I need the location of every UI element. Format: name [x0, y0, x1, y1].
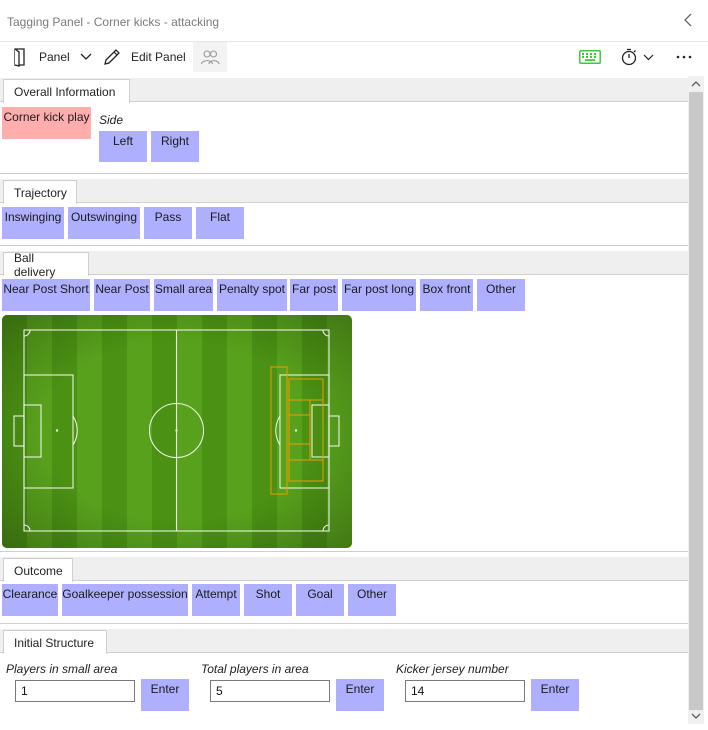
panel-content: Overall Information Corner kick play Sid… — [0, 76, 688, 724]
more-icon — [676, 55, 692, 59]
outcome-clearance-button[interactable]: Clearance — [2, 584, 58, 616]
outcome-shot-button[interactable]: Shot — [244, 584, 292, 616]
tab-outcome[interactable]: Outcome — [3, 558, 73, 582]
keyboard-button[interactable] — [579, 42, 601, 72]
keyboard-icon — [579, 50, 601, 64]
tab-overall-information[interactable]: Overall Information — [3, 79, 130, 103]
kicker-jersey-number-enter-button[interactable]: Enter — [531, 679, 579, 711]
scroll-down-icon[interactable] — [691, 711, 701, 721]
tab-trajectory[interactable]: Trajectory — [3, 180, 77, 204]
kicker-jersey-number-label: Kicker jersey number — [396, 662, 509, 676]
tab-ball-delivery[interactable]: Ball delivery — [3, 251, 89, 279]
edit-panel-button[interactable]: Edit Panel — [102, 42, 186, 72]
toolbar: Panel Edit Panel — [0, 42, 708, 74]
trajectory-outswinging-button[interactable]: Outswinging — [68, 207, 140, 239]
panel-icon — [14, 48, 25, 67]
title-bar: Tagging Panel - Corner kicks - attacking — [0, 0, 708, 42]
delivery-other-button[interactable]: Other — [477, 279, 525, 311]
panel-label: Panel — [39, 50, 70, 64]
side-right-button[interactable]: Right — [151, 131, 199, 162]
timer-button[interactable] — [620, 42, 654, 72]
outcome-header: Outcome — [0, 557, 688, 582]
edit-panel-label: Edit Panel — [131, 50, 186, 64]
chevron-left-icon[interactable] — [682, 13, 694, 27]
delivery-box-front-button[interactable]: Box front — [420, 279, 473, 311]
vertical-scrollbar[interactable] — [688, 76, 704, 724]
delivery-small-area-button[interactable]: Small area — [154, 279, 213, 311]
kicker-jersey-number-input[interactable] — [405, 680, 525, 702]
outcome-other-button[interactable]: Other — [348, 584, 396, 616]
delivery-penalty-spot-button[interactable]: Penalty spot — [217, 279, 287, 311]
center-spot — [175, 429, 178, 432]
trajectory-inswinging-button[interactable]: Inswinging — [2, 207, 64, 239]
panel-button[interactable]: Panel — [10, 42, 92, 72]
trajectory-header: Trajectory — [0, 179, 688, 204]
corner-kick-play-button[interactable]: Corner kick play — [2, 107, 91, 139]
chevron-down-icon[interactable] — [643, 54, 654, 61]
overall-information-header: Overall Information — [0, 78, 688, 103]
players-in-small-area-input[interactable] — [15, 680, 135, 702]
delivery-near-post-button[interactable]: Near Post — [94, 279, 150, 311]
divider — [0, 245, 688, 246]
total-players-in-area-input[interactable] — [210, 680, 330, 702]
window-title: Tagging Panel - Corner kicks - attacking — [7, 15, 220, 29]
chevron-down-icon[interactable] — [80, 53, 92, 61]
delivery-far-post-button[interactable]: Far post — [290, 279, 338, 311]
outcome-goal-button[interactable]: Goal — [296, 584, 344, 616]
side-label: Side — [99, 113, 124, 127]
outcome-goalkeeper-possession-button[interactable]: Goalkeeper possession — [62, 584, 188, 616]
left-penalty-spot — [55, 429, 59, 432]
players-in-small-area-enter-button[interactable]: Enter — [141, 679, 189, 711]
players-in-small-area-label: Players in small area — [6, 662, 118, 676]
more-button[interactable] — [676, 42, 692, 72]
people-button[interactable] — [193, 42, 227, 72]
trajectory-pass-button[interactable]: Pass — [144, 207, 192, 239]
outcome-attempt-button[interactable]: Attempt — [192, 584, 240, 616]
tab-initial-structure[interactable]: Initial Structure — [3, 630, 107, 654]
total-players-in-area-label: Total players in area — [201, 662, 309, 676]
total-players-in-area-enter-button[interactable]: Enter — [336, 679, 384, 711]
side-left-button[interactable]: Left — [99, 131, 147, 162]
scrollbar-thumb[interactable] — [689, 92, 703, 710]
divider — [0, 623, 688, 624]
divider — [0, 173, 688, 174]
pencil-icon — [104, 49, 120, 65]
delivery-far-post-long-button[interactable]: Far post long — [342, 279, 416, 311]
delivery-near-post-short-button[interactable]: Near Post Short — [2, 279, 90, 311]
ball-delivery-header: Ball delivery — [0, 251, 688, 279]
scroll-up-icon[interactable] — [691, 79, 701, 89]
right-penalty-spot — [294, 429, 298, 432]
trajectory-flat-button[interactable]: Flat — [196, 207, 244, 239]
initial-structure-header: Initial Structure — [0, 629, 688, 654]
pitch-zone-map[interactable] — [2, 315, 352, 548]
people-icon — [200, 50, 220, 65]
stopwatch-icon — [621, 48, 637, 66]
divider — [0, 551, 688, 552]
